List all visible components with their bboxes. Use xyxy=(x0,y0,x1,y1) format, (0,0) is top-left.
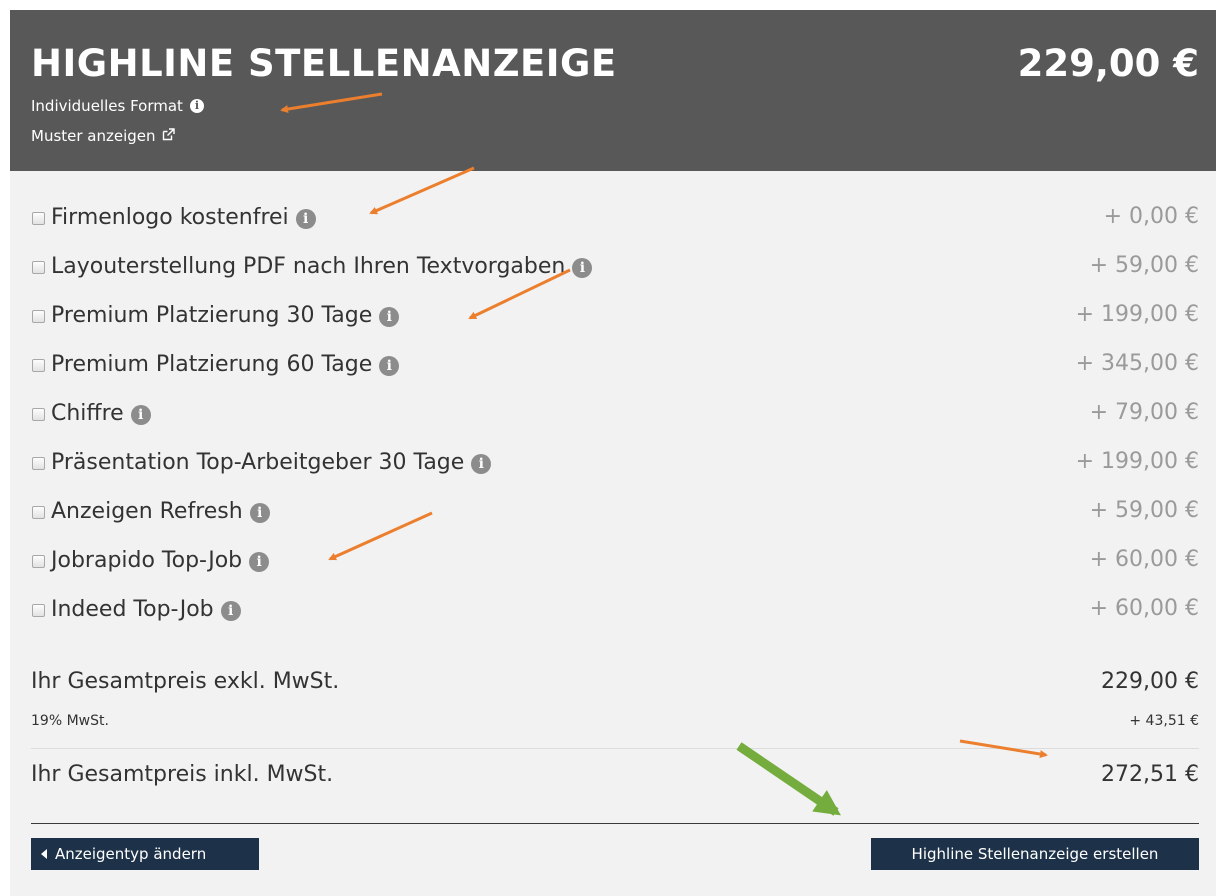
product-card: HIGHLINE STELLENANZEIGE 229,00 € Individ… xyxy=(10,10,1216,896)
option-label[interactable]: Firmenlogo kostenfrei xyxy=(51,205,289,230)
option-row[interactable]: Premium Platzierung 30 Tage i + 199,00 € xyxy=(10,295,1216,335)
option-price: + 345,00 € xyxy=(1075,351,1199,376)
option-label[interactable]: Premium Platzierung 60 Tage xyxy=(51,352,372,377)
info-icon[interactable]: i xyxy=(249,551,270,572)
option-row[interactable]: Premium Platzierung 60 Tage i + 345,00 € xyxy=(10,344,1216,384)
option-label[interactable]: Layouterstellung PDF nach Ihren Textvorg… xyxy=(51,254,565,279)
option-price: + 79,00 € xyxy=(1089,400,1199,425)
net-total-value: 229,00 € xyxy=(1101,669,1199,694)
option-row[interactable]: Jobrapido Top-Job i + 60,00 € xyxy=(10,540,1216,580)
option-checkbox[interactable] xyxy=(32,408,45,421)
info-icon[interactable]: i xyxy=(130,404,151,425)
option-label[interactable]: Anzeigen Refresh xyxy=(51,499,243,524)
option-checkbox[interactable] xyxy=(32,457,45,470)
product-header: HIGHLINE STELLENANZEIGE 229,00 € Individ… xyxy=(10,10,1216,171)
format-line: Individuelles Format i xyxy=(31,97,204,115)
option-price: + 199,00 € xyxy=(1075,302,1199,327)
net-total-label: Ihr Gesamtpreis exkl. MwSt. xyxy=(31,669,340,694)
option-row[interactable]: Präsentation Top-Arbeitgeber 30 Tage i +… xyxy=(10,442,1216,482)
option-price: + 0,00 € xyxy=(1103,204,1199,229)
create-ad-button[interactable]: Highline Stellenanzeige erstellen xyxy=(871,838,1199,870)
option-price: + 59,00 € xyxy=(1089,498,1199,523)
option-row[interactable]: Chiffre i + 79,00 € xyxy=(10,393,1216,433)
option-price: + 59,00 € xyxy=(1089,253,1199,278)
gross-total-value: 272,51 € xyxy=(1101,762,1199,787)
gross-total-label: Ihr Gesamtpreis inkl. MwSt. xyxy=(31,762,334,787)
change-ad-type-button[interactable]: Anzeigentyp ändern xyxy=(31,838,259,870)
info-icon[interactable]: i xyxy=(220,600,241,621)
option-checkbox[interactable] xyxy=(32,555,45,568)
option-checkbox[interactable] xyxy=(32,212,45,225)
option-checkbox[interactable] xyxy=(32,604,45,617)
info-icon[interactable]: i xyxy=(295,208,316,229)
format-label: Individuelles Format xyxy=(31,97,183,115)
option-row[interactable]: Indeed Top-Job i + 60,00 € xyxy=(10,589,1216,629)
info-icon[interactable]: i xyxy=(471,453,492,474)
info-icon[interactable]: i xyxy=(379,355,400,376)
info-icon[interactable]: i xyxy=(249,502,270,523)
option-label[interactable]: Chiffre xyxy=(51,401,124,426)
product-title: HIGHLINE STELLENANZEIGE xyxy=(31,42,617,85)
external-link-icon[interactable] xyxy=(162,127,175,145)
divider xyxy=(31,823,1199,824)
info-icon[interactable]: i xyxy=(379,306,400,327)
vat-value: + 43,51 € xyxy=(1129,713,1199,729)
muster-label[interactable]: Muster anzeigen xyxy=(31,127,156,145)
option-checkbox[interactable] xyxy=(32,261,45,274)
option-row[interactable]: Anzeigen Refresh i + 59,00 € xyxy=(10,491,1216,531)
option-label[interactable]: Jobrapido Top-Job xyxy=(51,548,242,573)
option-row[interactable]: Layouterstellung PDF nach Ihren Textvorg… xyxy=(10,246,1216,286)
option-label[interactable]: Premium Platzierung 30 Tage xyxy=(51,303,372,328)
option-row[interactable]: Firmenlogo kostenfrei i + 0,00 € xyxy=(10,197,1216,237)
option-price: + 60,00 € xyxy=(1089,547,1199,572)
option-price: + 199,00 € xyxy=(1075,449,1199,474)
option-label[interactable]: Präsentation Top-Arbeitgeber 30 Tage xyxy=(51,450,464,475)
option-price: + 60,00 € xyxy=(1089,596,1199,621)
option-label[interactable]: Indeed Top-Job xyxy=(51,597,214,622)
option-checkbox[interactable] xyxy=(32,359,45,372)
caret-left-icon xyxy=(41,848,47,859)
info-icon[interactable]: i xyxy=(572,257,593,278)
muster-link[interactable]: Muster anzeigen xyxy=(31,127,175,145)
product-price: 229,00 € xyxy=(1017,42,1199,85)
divider xyxy=(31,748,1199,749)
option-checkbox[interactable] xyxy=(32,506,45,519)
vat-label: 19% MwSt. xyxy=(31,713,109,729)
option-checkbox[interactable] xyxy=(32,310,45,323)
info-icon[interactable]: i xyxy=(189,99,204,113)
